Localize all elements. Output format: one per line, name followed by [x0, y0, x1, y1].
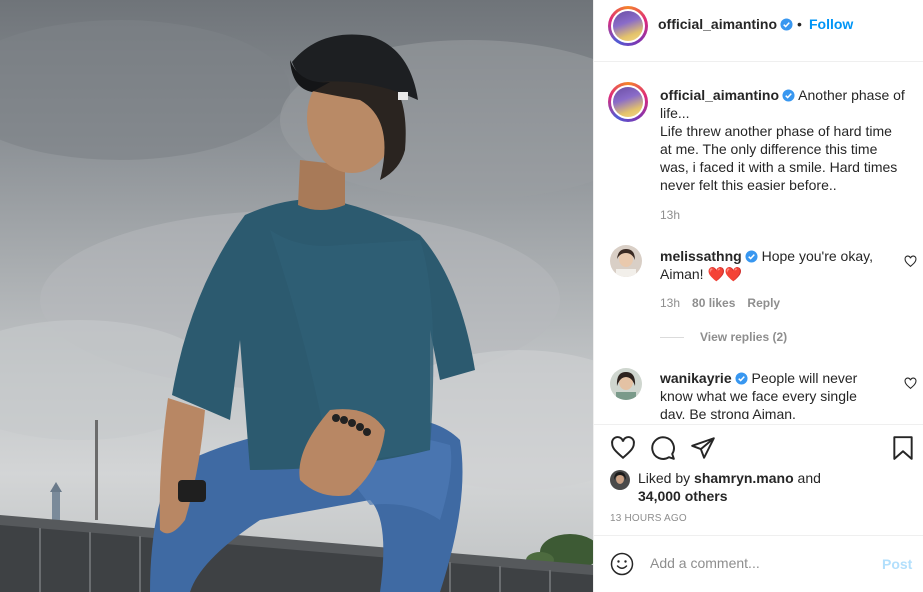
caption-line: at me. The only difference this time — [660, 141, 878, 157]
comment-third-line: day. Be strong Aiman. — [660, 406, 796, 419]
liked-by-suffix: and — [797, 470, 821, 486]
share-icon[interactable] — [690, 435, 716, 461]
comment-input[interactable] — [650, 555, 870, 571]
post-photo[interactable] — [0, 0, 593, 592]
author-avatar[interactable] — [608, 6, 648, 46]
heart-icon[interactable] — [610, 435, 636, 461]
caption-author-avatar[interactable] — [608, 82, 648, 122]
comment-meta: 13h 80 likes Reply — [660, 296, 780, 310]
commenter-avatar[interactable] — [610, 245, 642, 277]
post-timestamp[interactable]: 13 HOURS AGO — [610, 513, 687, 524]
like-comment-heart-icon[interactable] — [904, 377, 917, 390]
commenter-avatar[interactable] — [610, 368, 642, 400]
verified-icon — [735, 372, 748, 385]
comment-text: wanikayrie People will never know what w… — [660, 369, 900, 419]
comment-second-line: Aiman! — [660, 266, 704, 282]
bookmark-icon[interactable] — [890, 435, 916, 461]
caption-username[interactable]: official_aimantino — [660, 87, 779, 103]
comment-likes[interactable]: 80 likes — [692, 296, 735, 310]
comment-time[interactable]: 13h — [660, 296, 680, 310]
view-replies-button[interactable]: View replies (2) — [660, 330, 787, 344]
likes-count[interactable]: 34,000 others — [638, 488, 728, 504]
comment-second-line: know what we face every single — [660, 388, 857, 404]
comment-text: melissathng Hope you're okay, Aiman! ❤️❤… — [660, 247, 900, 283]
author-username-text[interactable]: official_aimantino — [658, 16, 777, 32]
post-header: official_aimantino • Follow — [594, 0, 923, 62]
emoji-icon[interactable] — [610, 552, 634, 576]
caption-line: life... — [660, 105, 690, 121]
caption-line: was, i faced it with a smile. Hard times — [660, 159, 898, 175]
comment-username[interactable]: wanikayrie — [660, 370, 732, 386]
separator-dot: • — [797, 16, 802, 32]
liked-by-user[interactable]: shamryn.mano — [694, 470, 794, 486]
liked-by-prefix: Liked by — [638, 470, 691, 486]
caption-first-line: Another phase of — [798, 87, 905, 103]
verified-icon — [782, 89, 795, 102]
post-actions-bar — [594, 424, 923, 472]
author-username-header[interactable]: official_aimantino — [658, 16, 793, 32]
comment-reply-button[interactable]: Reply — [747, 296, 780, 310]
comment-first-line: Hope you're okay, — [761, 248, 873, 264]
caption-line: Life threw another phase of hard time — [660, 123, 892, 139]
photo-illustration — [0, 20, 593, 592]
post-comment-button[interactable]: Post — [882, 556, 912, 572]
view-replies-label[interactable]: View replies (2) — [700, 330, 787, 344]
caption-text: official_aimantino Another phase of life… — [660, 86, 916, 194]
comment-first-line: People will never — [751, 370, 858, 386]
heart-emoji: ❤️❤️ — [707, 266, 743, 282]
comment-icon[interactable] — [650, 435, 676, 461]
comment-username[interactable]: melissathng — [660, 248, 742, 264]
verified-icon — [780, 18, 793, 31]
post-side-panel: official_aimantino • Follow official_aim… — [593, 0, 923, 592]
comment-composer: Post — [594, 535, 923, 592]
liker-avatar[interactable] — [610, 470, 630, 490]
like-comment-heart-icon[interactable] — [904, 255, 917, 268]
follow-button[interactable]: Follow — [809, 16, 853, 32]
caption-line: never felt this easier before.. — [660, 177, 837, 193]
replies-divider — [660, 337, 684, 339]
verified-icon — [745, 250, 758, 263]
liked-by-text: Liked by shamryn.mano and — [638, 470, 821, 486]
caption-time[interactable]: 13h — [660, 208, 680, 222]
